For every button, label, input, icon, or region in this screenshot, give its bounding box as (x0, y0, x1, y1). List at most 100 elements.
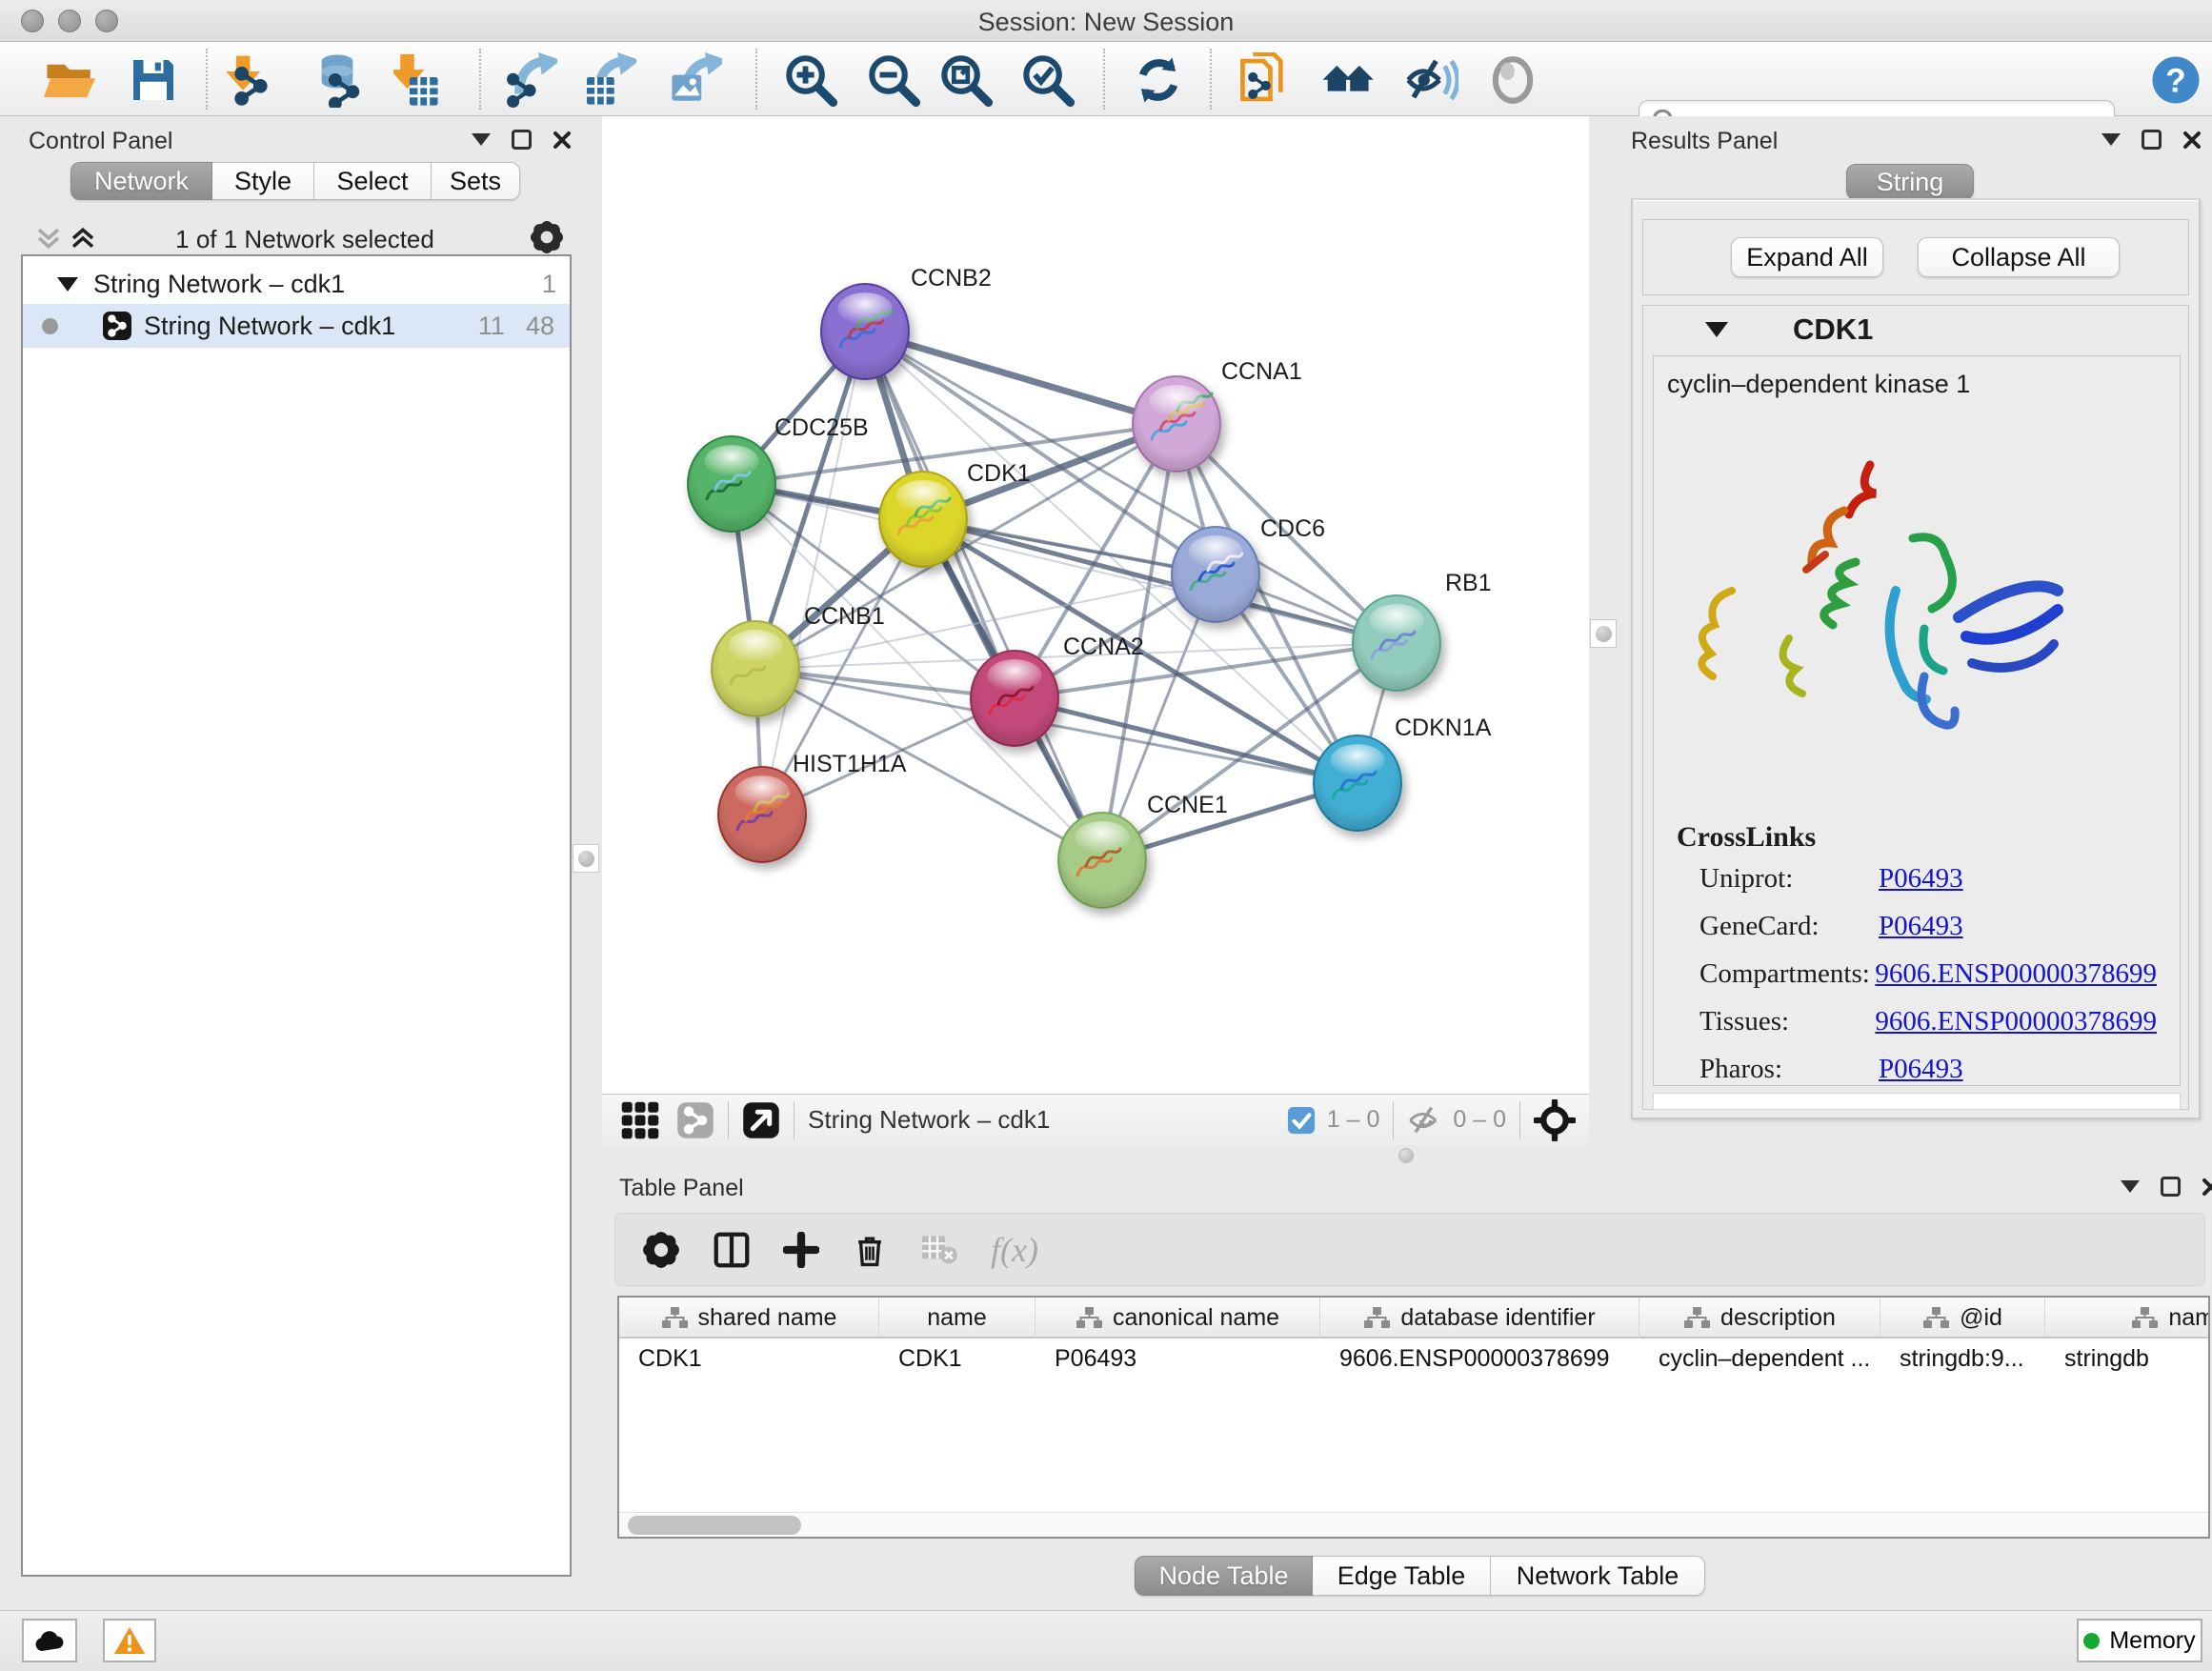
network-node-RB1[interactable] (1353, 595, 1440, 691)
network-node-HIST1H1A[interactable] (718, 767, 806, 862)
collapse-all-button[interactable]: Collapse All (1918, 237, 2120, 277)
hide-graphics-details-button[interactable] (1400, 50, 1461, 111)
network-node-CDC6[interactable] (1172, 527, 1259, 622)
network-node-CCNE1[interactable] (1058, 813, 1146, 908)
memory-button[interactable]: Memory (2077, 1619, 2202, 1662)
tab-node-table[interactable]: Node Table (1135, 1556, 1313, 1596)
show-graphics-details-button[interactable] (1482, 50, 1543, 111)
tab-edge-table[interactable]: Edge Table (1313, 1556, 1491, 1596)
network-options-gear-icon[interactable] (530, 220, 564, 254)
table-row[interactable]: CDK1CDK1P064939606.ENSP00000378699cyclin… (619, 1340, 2210, 1377)
crosslink-value[interactable]: P06493 (1879, 911, 1963, 942)
float-panel-icon[interactable] (472, 133, 491, 146)
close-panel-icon[interactable] (553, 131, 572, 150)
table-cell[interactable]: CDK1 (619, 1340, 879, 1377)
network-node-CDC25B[interactable] (688, 436, 775, 532)
detach-view-icon[interactable] (742, 1101, 780, 1139)
column-header-namespace[interactable]: namespace (2045, 1298, 2210, 1339)
network-node-CCNB2[interactable] (821, 284, 909, 379)
table-cell[interactable]: CDK1 (879, 1340, 1036, 1377)
tab-string[interactable]: String (1846, 164, 1974, 200)
delete-column-trash-icon[interactable] (852, 1232, 888, 1268)
zoom-fit-button[interactable] (935, 50, 996, 111)
network-view-share-icon[interactable] (676, 1101, 714, 1139)
expand-all-networks-icon[interactable] (69, 224, 97, 252)
gene-section-header[interactable]: CDK1 (1643, 306, 2188, 353)
network-row-selected[interactable]: String Network – cdk1 11 48 (23, 304, 570, 348)
crosslink-value[interactable]: 9606.ENSP00000378699 (1875, 1006, 2157, 1037)
crosslink-value[interactable]: 9606.ENSP00000378699 (1875, 958, 2157, 990)
home-button[interactable] (1318, 50, 1379, 111)
network-node-CDKN1A[interactable] (1314, 735, 1401, 831)
table-options-gear-icon[interactable] (642, 1231, 680, 1269)
results-scroll-track[interactable] (1653, 1093, 2181, 1110)
table-panel-title: Table Panel (619, 1175, 744, 1202)
float-panel-icon[interactable] (2121, 1180, 2140, 1193)
tab-network-table[interactable]: Network Table (1491, 1556, 1705, 1596)
help-button[interactable]: ? (2145, 50, 2206, 111)
network-node-CDK1[interactable] (879, 472, 967, 567)
table-cell[interactable]: stringdb:9... (1880, 1340, 2045, 1377)
column-header-database-identifier[interactable]: database identifier (1320, 1298, 1639, 1339)
crosslink-value[interactable]: P06493 (1879, 1054, 1963, 1085)
section-expander-icon[interactable] (1705, 322, 1728, 337)
expand-all-button[interactable]: Expand All (1731, 237, 1883, 277)
results-panel-splitter[interactable] (1590, 619, 1617, 648)
column-header-shared-name[interactable]: shared name (619, 1298, 879, 1339)
gene-section: CDK1 cyclin–dependent kinase 1 (1642, 305, 2189, 1110)
scrollbar-thumb[interactable] (628, 1516, 801, 1535)
column-header-canonical-name[interactable]: canonical name (1036, 1298, 1320, 1339)
network-node-CCNA1[interactable] (1133, 376, 1220, 472)
crosslink-row: Compartments:9606.ENSP00000378699 (1699, 958, 2157, 990)
table-cell[interactable]: stringdb (2045, 1340, 2210, 1377)
collapse-all-networks-icon[interactable] (34, 224, 63, 252)
import-network-database-button[interactable] (307, 50, 368, 111)
column-header-name[interactable]: name (879, 1298, 1036, 1339)
save-session-button[interactable] (123, 50, 184, 111)
close-panel-icon[interactable] (2182, 131, 2202, 150)
maximize-panel-icon[interactable] (512, 130, 532, 150)
network-node-CCNA2[interactable] (971, 651, 1058, 746)
cloud-status-button[interactable] (22, 1619, 77, 1662)
zoom-selected-button[interactable] (1017, 50, 1078, 111)
import-network-file-button[interactable] (223, 50, 284, 111)
network-canvas[interactable]: CCNB2CCNA1CDC25BCDK1CDC6RB1CCNB1CCNA2CDK… (602, 116, 1589, 1094)
open-session-button[interactable] (39, 50, 100, 111)
export-table-button[interactable] (578, 50, 639, 111)
table-cell[interactable]: P06493 (1036, 1340, 1320, 1377)
selected-checkbox-icon[interactable] (1287, 1106, 1316, 1135)
table-panel-splitter[interactable] (1398, 1148, 1414, 1163)
birds-eye-crosshair-icon[interactable] (1534, 1099, 1576, 1141)
tab-network[interactable]: Network (70, 162, 212, 200)
close-panel-icon[interactable] (2202, 1178, 2212, 1197)
crosslink-value[interactable]: P06493 (1879, 863, 1963, 895)
column-header-description[interactable]: description (1639, 1298, 1880, 1339)
zoom-in-button[interactable] (780, 50, 841, 111)
create-column-plus-icon[interactable] (783, 1232, 819, 1268)
tab-select[interactable]: Select (314, 162, 432, 200)
table-cell[interactable]: cyclin–dependent ... (1639, 1340, 1880, 1377)
network-collection-row[interactable]: String Network – cdk1 1 (23, 262, 570, 306)
first-neighbors-button[interactable] (1235, 50, 1296, 111)
collection-expander-icon[interactable] (57, 277, 78, 292)
tab-style[interactable]: Style (212, 162, 314, 200)
refresh-view-button[interactable] (1128, 50, 1189, 111)
column-header--id[interactable]: @id (1880, 1298, 2045, 1339)
results-button-bar: Expand All Collapse All (1642, 219, 2189, 295)
import-table-file-button[interactable] (391, 50, 452, 111)
table-cell[interactable]: 9606.ENSP00000378699 (1320, 1340, 1639, 1377)
float-panel-icon[interactable] (2101, 133, 2121, 146)
network-node-CCNB1[interactable] (712, 621, 799, 716)
export-image-button[interactable] (664, 50, 725, 111)
control-panel-title: Control Panel (29, 128, 172, 155)
grid-view-icon[interactable] (619, 1099, 661, 1141)
export-network-button[interactable] (499, 50, 560, 111)
maximize-panel-icon[interactable] (2142, 130, 2162, 150)
show-columns-icon[interactable] (713, 1231, 751, 1269)
maximize-panel-icon[interactable] (2161, 1177, 2181, 1197)
tab-sets[interactable]: Sets (432, 162, 520, 200)
control-panel-splitter[interactable] (573, 844, 599, 873)
table-horizontal-scrollbar[interactable] (619, 1512, 2208, 1537)
zoom-out-button[interactable] (863, 50, 924, 111)
warnings-button[interactable] (103, 1619, 156, 1662)
